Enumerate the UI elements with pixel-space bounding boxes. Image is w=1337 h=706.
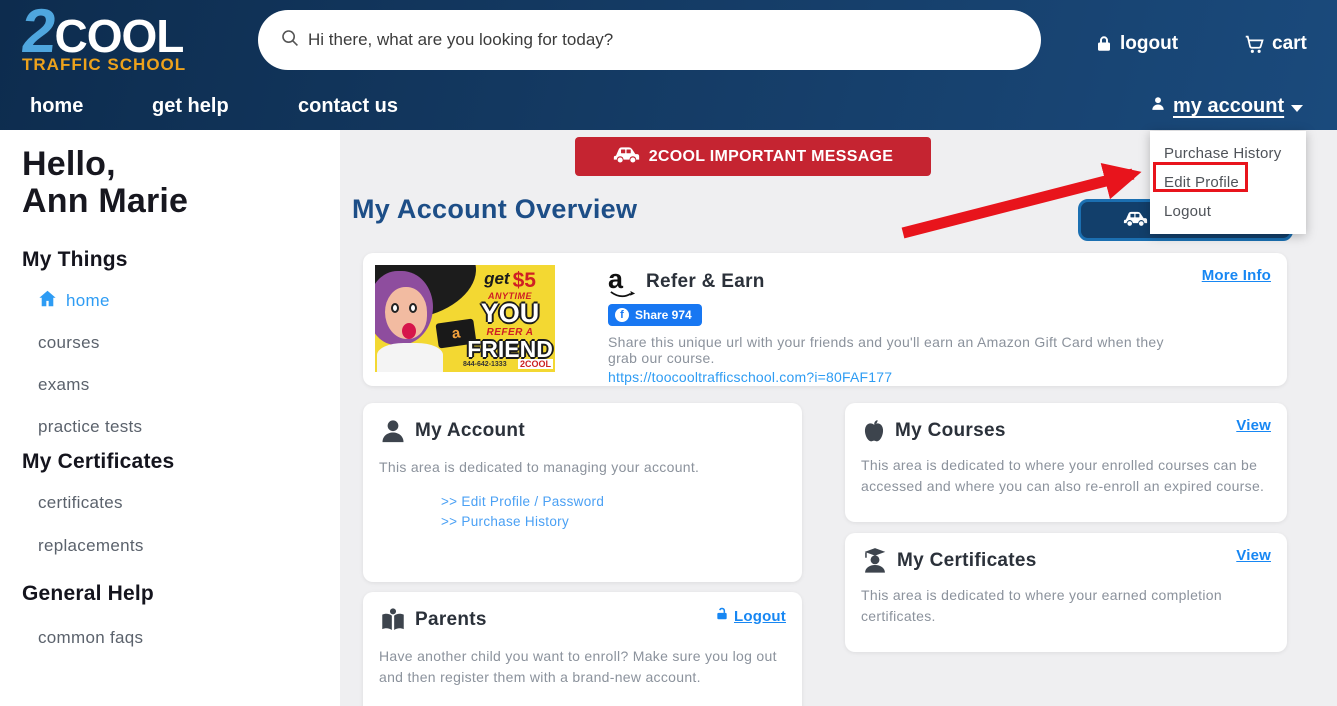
share-count-label: Share 974 [635, 308, 692, 322]
parents-description: Have another child you want to enroll? M… [379, 648, 777, 685]
sidebar-item-label: home [66, 291, 110, 310]
sidebar-item-label: common faqs [38, 628, 144, 647]
car-icon [613, 145, 640, 169]
search-input[interactable] [308, 30, 1019, 50]
view-certificates-link[interactable]: View [1236, 547, 1271, 564]
sidebar-section-my-certificates: My Certificates [22, 450, 175, 473]
unlock-icon [715, 606, 729, 626]
page-title: My Account Overview [352, 194, 638, 224]
promo-phone: 844-642-1333 [463, 360, 507, 368]
logout-label: logout [1120, 33, 1179, 54]
my-account-label: my account [1173, 95, 1285, 117]
my-certificates-card: My Certificates This area is dedicated t… [845, 533, 1287, 652]
home-icon [38, 290, 57, 312]
banner-label: 2COOL IMPORTANT MESSAGE [648, 147, 894, 165]
promo-eye [409, 303, 417, 313]
cart-link[interactable]: cart [1243, 33, 1307, 55]
person-icon [379, 417, 407, 445]
sidebar-item-certificates[interactable]: certificates [38, 493, 123, 513]
greeting-line1: Hello, [22, 145, 116, 183]
promo-get: get [484, 269, 510, 288]
nav-my-account[interactable]: my account [1150, 95, 1304, 118]
refer-earn-card: a get $5 ANYTIME YOU REFER A FRIEND 844-… [363, 253, 1287, 386]
sidebar-item-label: practice tests [38, 417, 143, 436]
logout-link[interactable]: logout [1095, 33, 1178, 55]
nav-contact-us[interactable]: contact us [298, 95, 398, 118]
facebook-icon: f [615, 308, 629, 322]
promo-amount: $5 [512, 269, 536, 292]
sidebar-item-exams[interactable]: exams [38, 375, 90, 395]
lock-icon [1095, 34, 1113, 54]
person-icon [1150, 95, 1166, 118]
search-icon [280, 28, 308, 53]
sidebar-section-general-help: General Help [22, 582, 154, 605]
view-courses-link[interactable]: View [1236, 417, 1271, 434]
sidebar-item-label: exams [38, 375, 90, 394]
sidebar: Hello, Ann Marie My Things home courses … [0, 130, 340, 706]
greeting: Hello, Ann Marie [22, 145, 189, 221]
logo-2: 2 [18, 0, 59, 66]
my-account-title: My Account [415, 420, 525, 441]
sidebar-item-label: replacements [38, 536, 144, 555]
apple-icon [861, 417, 887, 445]
my-courses-card: My Courses This area is dedicated to whe… [845, 403, 1287, 522]
nav-get-help[interactable]: get help [152, 95, 229, 118]
parents-card: Parents Have another child you want to e… [363, 592, 802, 706]
graduate-icon [861, 547, 889, 575]
sidebar-item-label: courses [38, 333, 100, 352]
car-icon [1123, 210, 1148, 230]
search-bar [258, 10, 1041, 70]
parents-logout-link[interactable]: Logout [715, 606, 786, 626]
parents-logout-label: Logout [733, 607, 786, 625]
promo-brand: 2COOL [517, 359, 553, 369]
edit-profile-password-link[interactable]: >> Edit Profile / Password [441, 492, 786, 512]
my-account-description: This area is dedicated to managing your … [379, 459, 700, 475]
refer-promo-image[interactable]: a get $5 ANYTIME YOU REFER A FRIEND 844-… [375, 265, 555, 372]
my-certificates-title: My Certificates [897, 550, 1037, 571]
refer-description: Share this unique url with your friends … [608, 334, 1164, 366]
sidebar-item-home[interactable]: home [38, 290, 110, 312]
my-courses-description: This area is dedicated to where your enr… [861, 457, 1265, 494]
referral-url-link[interactable]: https://toocooltrafficschool.com?i=80FAF… [608, 369, 1168, 385]
sidebar-item-courses[interactable]: courses [38, 333, 100, 353]
dropdown-item-purchase-history[interactable]: Purchase History [1150, 139, 1306, 168]
purchase-history-link[interactable]: >> Purchase History [441, 512, 786, 532]
reader-icon [379, 606, 407, 634]
nav-home[interactable]: home [30, 95, 83, 118]
logo[interactable]: 2 COOL TRAFFIC SCHOOL [18, 0, 190, 75]
chevron-down-icon [1291, 104, 1304, 112]
dropdown-item-logout[interactable]: Logout [1150, 197, 1306, 226]
account-dropdown-menu: Purchase History Edit Profile Logout [1150, 131, 1306, 234]
promo-text: get $5 ANYTIME YOU REFER A FRIEND [467, 269, 553, 361]
logo-cool: COOL [54, 10, 184, 62]
refer-earn-title: Refer & Earn [646, 271, 765, 292]
promo-friend: FRIEND [467, 335, 553, 362]
facebook-share-button[interactable]: f Share 974 [608, 304, 702, 326]
sidebar-item-practice-tests[interactable]: practice tests [38, 417, 142, 437]
sidebar-item-common-faqs[interactable]: common faqs [38, 628, 143, 648]
cart-label: cart [1272, 33, 1307, 54]
sidebar-section-my-things: My Things [22, 248, 128, 271]
my-account-card: My Account This area is dedicated to man… [363, 403, 802, 582]
more-info-link[interactable]: More Info [1202, 267, 1271, 284]
sidebar-item-label: certificates [38, 493, 123, 512]
my-certificates-description: This area is dedicated to where your ear… [861, 587, 1222, 624]
important-message-banner[interactable]: 2COOL IMPORTANT MESSAGE [575, 137, 931, 176]
page: 2 COOL TRAFFIC SCHOOL logout [0, 0, 1337, 706]
sidebar-item-replacements[interactable]: replacements [38, 536, 144, 556]
dropdown-item-edit-profile[interactable]: Edit Profile [1150, 168, 1306, 197]
amazon-icon: a [608, 265, 638, 298]
promo-you: YOU [480, 298, 540, 328]
promo-shirt [377, 343, 443, 372]
promo-eye [391, 303, 399, 313]
parents-title: Parents [415, 609, 487, 630]
promo-mouth [402, 323, 416, 339]
header: 2 COOL TRAFFIC SCHOOL logout [0, 0, 1337, 130]
greeting-line2: Ann Marie [22, 182, 189, 221]
cart-icon [1243, 33, 1265, 55]
my-courses-title: My Courses [895, 420, 1006, 441]
